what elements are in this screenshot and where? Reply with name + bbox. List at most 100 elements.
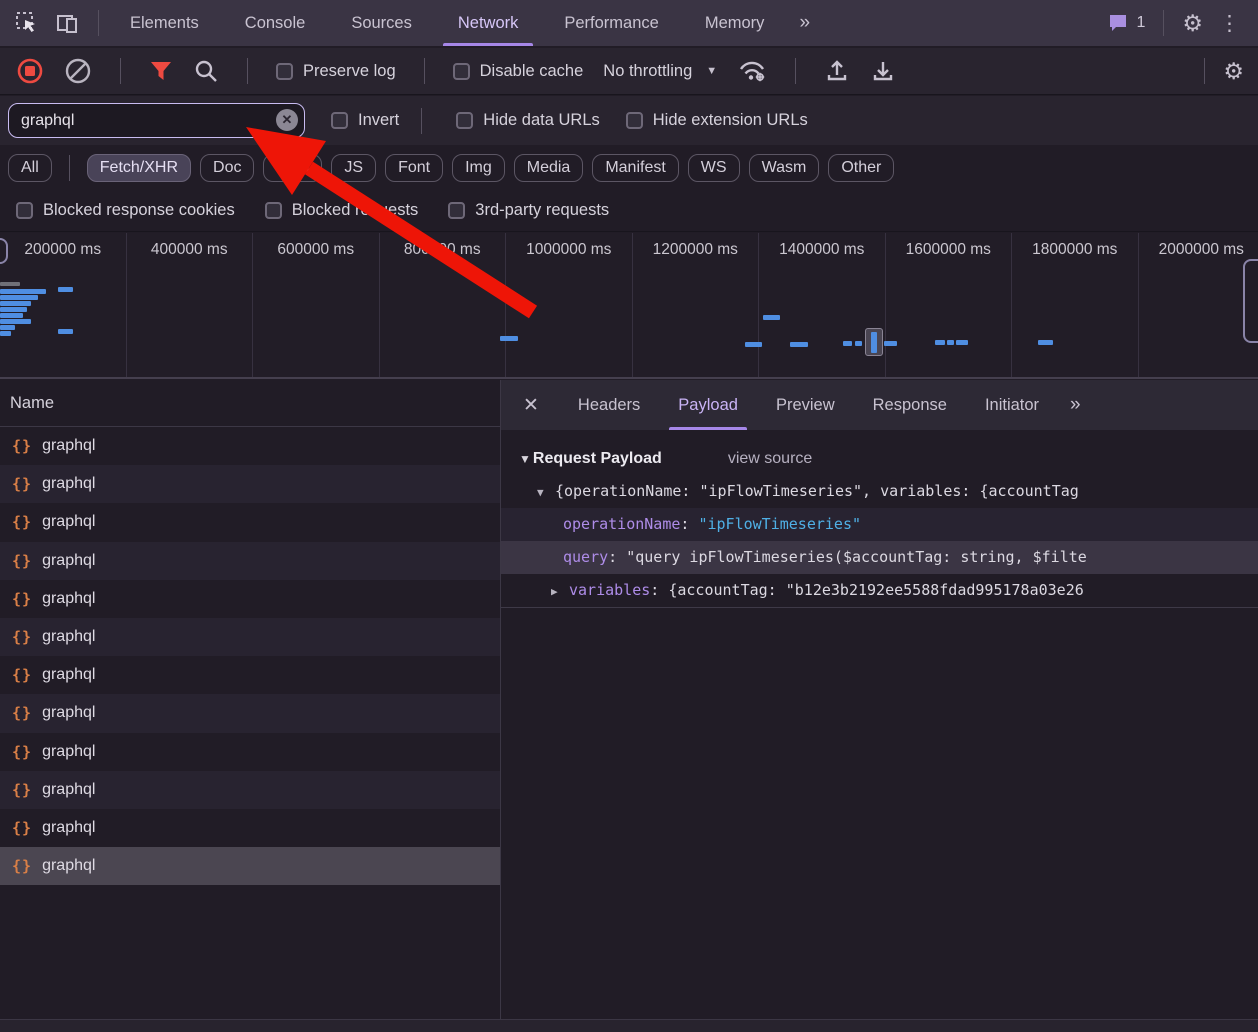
- request-row[interactable]: {}graphql: [0, 694, 500, 732]
- chevron-down-icon: ▼: [706, 65, 717, 77]
- detail-tab-response[interactable]: Response: [854, 380, 966, 430]
- export-har-icon[interactable]: [870, 58, 896, 84]
- preserve-log-checkbox[interactable]: Preserve log: [276, 62, 396, 81]
- checkbox-icon[interactable]: [456, 112, 473, 129]
- more-detail-tabs-icon[interactable]: »: [1058, 394, 1091, 416]
- tab-console[interactable]: Console: [222, 0, 329, 46]
- settings-icon[interactable]: ⚙: [1182, 12, 1203, 35]
- json-icon: {}: [12, 743, 32, 761]
- checkbox-icon[interactable]: [265, 202, 282, 219]
- checkbox-icon[interactable]: [276, 63, 293, 80]
- detail-tab-payload[interactable]: Payload: [659, 380, 757, 430]
- third-party-requests-checkbox[interactable]: 3rd-party requests: [448, 201, 609, 220]
- detail-tab-preview[interactable]: Preview: [757, 380, 854, 430]
- chip-css[interactable]: CSS: [263, 154, 322, 182]
- tab-performance[interactable]: Performance: [541, 0, 681, 46]
- code-segment: query: [563, 548, 608, 566]
- request-row[interactable]: {}graphql: [0, 427, 500, 465]
- tab-sources[interactable]: Sources: [328, 0, 435, 46]
- payload-row[interactable]: ▶variables: {accountTag: "b12e3b2192ee55…: [501, 574, 1258, 607]
- json-icon: {}: [12, 437, 32, 455]
- payload-row[interactable]: query: "query ipFlowTimeseries($accountT…: [501, 541, 1258, 574]
- checkbox-icon[interactable]: [16, 202, 33, 219]
- chip-media[interactable]: Media: [514, 154, 584, 182]
- name-column-header[interactable]: Name: [0, 380, 500, 427]
- chip-img[interactable]: Img: [452, 154, 505, 182]
- request-row[interactable]: {}graphql: [0, 809, 500, 847]
- request-bar: [745, 342, 762, 347]
- checkbox-icon[interactable]: [448, 202, 465, 219]
- search-icon[interactable]: [193, 58, 219, 84]
- code-segment: :: [680, 515, 698, 533]
- network-settings-icon[interactable]: ⚙: [1223, 60, 1244, 83]
- payload-row[interactable]: ▼{operationName: "ipFlowTimeseries", var…: [501, 475, 1258, 508]
- chip-ws[interactable]: WS: [688, 154, 740, 182]
- expander-triangle-icon[interactable]: ▼: [537, 476, 555, 508]
- tab-network[interactable]: Network: [435, 0, 542, 46]
- detail-tab-initiator[interactable]: Initiator: [966, 380, 1058, 430]
- overview-handle-right[interactable]: [1243, 259, 1258, 343]
- filter-funnel-icon[interactable]: [149, 60, 173, 82]
- detail-tab-headers[interactable]: Headers: [559, 380, 659, 430]
- import-har-icon[interactable]: [824, 58, 850, 84]
- disable-cache-checkbox[interactable]: Disable cache: [453, 62, 584, 81]
- collapse-triangle-icon[interactable]: ▼: [519, 452, 531, 466]
- request-type-filters: All Fetch/XHR Doc CSS JS Font Img Media Manifest…: [0, 146, 1258, 190]
- request-row[interactable]: {}graphql: [0, 465, 500, 503]
- throttling-select[interactable]: No throttling ▼: [603, 62, 717, 81]
- device-toolbar-icon[interactable]: [54, 10, 80, 36]
- chip-all[interactable]: All: [8, 154, 52, 182]
- close-icon[interactable]: ✕: [501, 394, 559, 417]
- code-segment: variables: [569, 581, 650, 599]
- overview-handle-left[interactable]: [0, 238, 8, 264]
- more-menu-icon[interactable]: ⋮: [1213, 11, 1246, 36]
- request-row[interactable]: {}graphql: [0, 847, 500, 885]
- clear-network-log-icon[interactable]: [64, 57, 92, 85]
- checkbox-icon[interactable]: [626, 112, 643, 129]
- checkbox-icon[interactable]: [331, 112, 348, 129]
- chip-manifest[interactable]: Manifest: [592, 154, 678, 182]
- network-overview-timeline[interactable]: 200000 ms400000 ms600000 ms800000 ms1000…: [0, 233, 1258, 379]
- hide-data-urls-label: Hide data URLs: [483, 111, 599, 130]
- chip-doc[interactable]: Doc: [200, 154, 254, 182]
- expander-triangle-icon[interactable]: ▶: [551, 575, 569, 607]
- json-icon: {}: [12, 590, 32, 608]
- request-row[interactable]: {}graphql: [0, 771, 500, 809]
- request-row[interactable]: {}graphql: [0, 656, 500, 694]
- chip-wasm[interactable]: Wasm: [749, 154, 820, 182]
- tab-elements[interactable]: Elements: [107, 0, 222, 46]
- request-bar: [763, 315, 780, 320]
- blocked-requests-checkbox[interactable]: Blocked requests: [265, 201, 419, 220]
- request-row[interactable]: {}graphql: [0, 580, 500, 618]
- record-network-log-icon[interactable]: [16, 57, 44, 85]
- clear-input-icon[interactable]: ✕: [276, 109, 298, 131]
- inspect-element-icon[interactable]: [14, 10, 40, 36]
- request-bar: [500, 336, 518, 341]
- hide-extension-urls-checkbox[interactable]: Hide extension URLs: [626, 111, 808, 130]
- request-row[interactable]: {}graphql: [0, 503, 500, 541]
- filter-input[interactable]: [8, 103, 305, 138]
- hide-data-urls-checkbox[interactable]: Hide data URLs: [456, 111, 599, 130]
- payload-row[interactable]: operationName: "ipFlowTimeseries": [501, 508, 1258, 541]
- timeline-tick: 1200000 ms: [633, 233, 760, 377]
- selected-request-bar: [871, 332, 877, 353]
- chip-fetch-xhr[interactable]: Fetch/XHR: [87, 154, 191, 182]
- tab-memory[interactable]: Memory: [682, 0, 788, 46]
- issues-message-icon[interactable]: [1106, 11, 1130, 35]
- blocked-response-cookies-checkbox[interactable]: Blocked response cookies: [16, 201, 235, 220]
- request-row[interactable]: {}graphql: [0, 542, 500, 580]
- invert-checkbox[interactable]: Invert: [331, 111, 399, 130]
- request-row[interactable]: {}graphql: [0, 733, 500, 771]
- more-panels-icon[interactable]: »: [787, 12, 820, 34]
- chip-js[interactable]: JS: [331, 154, 376, 182]
- chip-other[interactable]: Other: [828, 154, 894, 182]
- chip-font[interactable]: Font: [385, 154, 443, 182]
- request-list: {}graphql{}graphql{}graphql{}graphql{}gr…: [0, 427, 500, 1019]
- request-bar: [956, 340, 968, 345]
- divider: [1204, 58, 1205, 84]
- view-source-link[interactable]: view source: [728, 450, 812, 468]
- network-conditions-icon[interactable]: [737, 59, 767, 83]
- checkbox-icon[interactable]: [453, 63, 470, 80]
- request-row[interactable]: {}graphql: [0, 618, 500, 656]
- json-icon: {}: [12, 704, 32, 722]
